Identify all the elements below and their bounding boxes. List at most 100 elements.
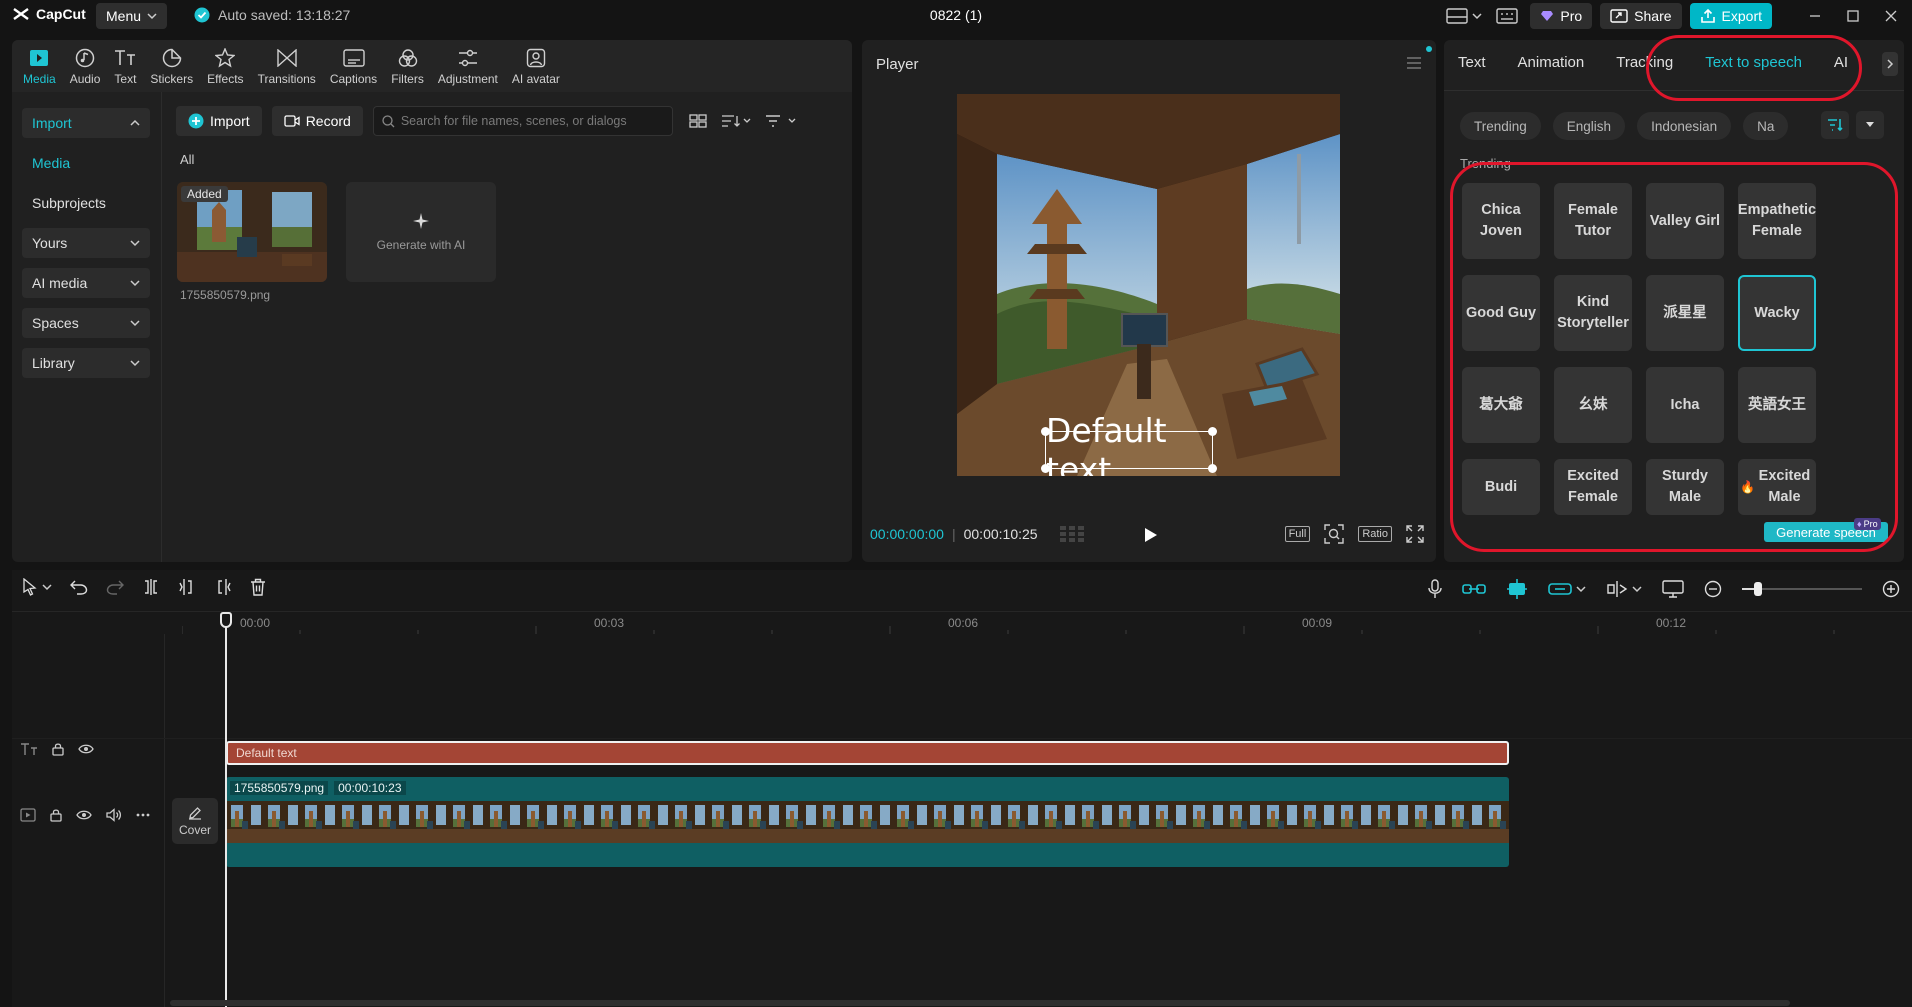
tool-media[interactable]: Media (16, 40, 63, 92)
video-clip-duration: 00:00:10:23 (334, 781, 406, 795)
tool-audio[interactable]: Audio (63, 40, 108, 92)
menu-label: Menu (106, 8, 142, 24)
chip-trending[interactable]: Trending (1460, 112, 1541, 140)
filter-all[interactable]: All (180, 152, 194, 167)
resize-handle[interactable] (1041, 464, 1050, 473)
player-menu-icon[interactable] (1406, 56, 1422, 70)
resize-handle[interactable] (1208, 464, 1217, 473)
search-input[interactable]: Search for file names, scenes, or dialog… (372, 106, 673, 136)
monitor-icon[interactable] (1662, 580, 1684, 598)
export-button[interactable]: Export (1689, 3, 1772, 29)
voice-filter-button[interactable] (1821, 111, 1849, 139)
text-clip[interactable]: Default text (226, 741, 1509, 765)
lock-icon[interactable] (52, 742, 64, 756)
tool-label: AI avatar (511, 71, 560, 86)
effects-icon (215, 47, 236, 68)
tab-text[interactable]: Text (1458, 54, 1486, 71)
layout-icon[interactable] (1444, 3, 1484, 29)
timeline-scrollbar[interactable] (170, 1000, 1790, 1006)
grid-view-icon[interactable] (689, 114, 707, 128)
sort-icon[interactable] (721, 114, 751, 128)
chip-english[interactable]: English (1552, 112, 1626, 140)
sidebar-item-subprojects[interactable]: Subprojects (22, 188, 150, 218)
fullscreen-icon[interactable] (1406, 525, 1424, 543)
share-button[interactable]: Share (1600, 3, 1682, 29)
cover-button[interactable]: Cover (172, 798, 218, 844)
tool-text[interactable]: Text (107, 40, 143, 92)
tool-ai-avatar[interactable]: AI avatar (505, 40, 567, 92)
sidebar-item-library[interactable]: Library (22, 348, 150, 378)
pro-button[interactable]: Pro (1530, 3, 1593, 29)
preview-axis-dropdown[interactable] (1606, 580, 1642, 598)
tool-captions[interactable]: Captions (323, 40, 384, 92)
playhead[interactable] (225, 612, 227, 1007)
redo-icon[interactable] (106, 579, 124, 595)
chip-more[interactable]: Na (1743, 112, 1789, 140)
titlebar-actions: Pro Share Export (1444, 2, 1912, 30)
split-left-icon[interactable] (178, 578, 196, 596)
select-tool[interactable] (22, 578, 52, 596)
eye-icon[interactable] (76, 809, 92, 821)
zoom-slider[interactable] (1742, 580, 1862, 598)
linkage-dropdown[interactable] (1548, 582, 1586, 596)
magnet-icon[interactable] (1506, 578, 1528, 600)
menu-button[interactable]: Menu (96, 3, 168, 29)
media-thumbnail[interactable]: Added (177, 182, 327, 282)
voice-dropdown-button[interactable] (1856, 111, 1884, 139)
playhead-handle[interactable] (220, 612, 232, 628)
close-icon[interactable] (1876, 3, 1906, 29)
record-button[interactable]: Record (271, 106, 363, 136)
media-actions: Import Record Search for file names, sce… (176, 106, 797, 136)
resize-handle[interactable] (1208, 427, 1217, 436)
link-clips-icon[interactable] (1462, 582, 1486, 596)
tool-transitions[interactable]: Transitions (251, 40, 323, 92)
sidebar-item-spaces[interactable]: Spaces (22, 308, 150, 338)
sidebar-item-media[interactable]: Media (22, 148, 150, 178)
video-clip[interactable]: 1755850579.png 00:00:10:23 (226, 777, 1509, 867)
eye-icon[interactable] (78, 743, 94, 755)
generate-with-ai-card[interactable]: Generate with AI (346, 182, 496, 282)
lock-icon[interactable] (50, 808, 62, 822)
player-canvas[interactable]: Default text (957, 94, 1340, 476)
zoom-slider-thumb[interactable] (1754, 582, 1762, 596)
import-button[interactable]: Import (176, 106, 262, 136)
filter-icon[interactable] (765, 114, 797, 128)
app-logo: CapCut (12, 6, 86, 22)
minimize-icon[interactable] (1800, 3, 1830, 29)
tool-effects[interactable]: Effects (200, 40, 250, 92)
more-icon[interactable] (136, 813, 150, 817)
volume-icon[interactable] (106, 808, 122, 822)
text-overlay[interactable]: Default text (1041, 411, 1217, 476)
ruler-label: 00:12 (1656, 616, 1687, 630)
chevron-down-icon (42, 584, 52, 591)
microphone-icon[interactable] (1428, 579, 1442, 599)
frame-grid-icon[interactable] (1059, 526, 1084, 542)
sidebar-item-yours[interactable]: Yours (22, 228, 150, 258)
tool-stickers[interactable]: Stickers (143, 40, 200, 92)
track-header-divider (164, 634, 165, 1007)
tool-label: Captions (329, 71, 378, 86)
split-icon[interactable] (142, 578, 160, 596)
sidebar-item-ai-media[interactable]: AI media (22, 268, 150, 298)
chip-indonesian[interactable]: Indonesian (1637, 112, 1732, 140)
play-button[interactable] (1144, 527, 1158, 543)
tabs-scroll-right[interactable] (1882, 52, 1898, 76)
delete-icon[interactable] (250, 578, 266, 596)
zoom-in-icon[interactable] (1882, 580, 1900, 598)
resize-handle[interactable] (1041, 427, 1050, 436)
zoom-fit-icon[interactable] (1324, 524, 1345, 544)
split-right-icon[interactable] (214, 578, 232, 596)
undo-icon[interactable] (70, 579, 88, 595)
ratio-button[interactable]: Ratio (1358, 526, 1392, 542)
tool-adjustment[interactable]: Adjustment (431, 40, 505, 92)
video-track-header (20, 808, 150, 822)
tab-animation[interactable]: Animation (1518, 54, 1585, 71)
maximize-icon[interactable] (1838, 3, 1868, 29)
tool-filters[interactable]: Filters (384, 40, 431, 92)
keyboard-icon[interactable] (1492, 3, 1522, 29)
chevron-down-icon (130, 240, 140, 247)
sidebar-item-import[interactable]: Import (22, 108, 150, 138)
zoom-out-icon[interactable] (1704, 580, 1722, 598)
asset-toolbar: Media Audio Text Stickers Effects Transi… (12, 40, 852, 92)
full-button[interactable]: Full (1284, 526, 1311, 542)
